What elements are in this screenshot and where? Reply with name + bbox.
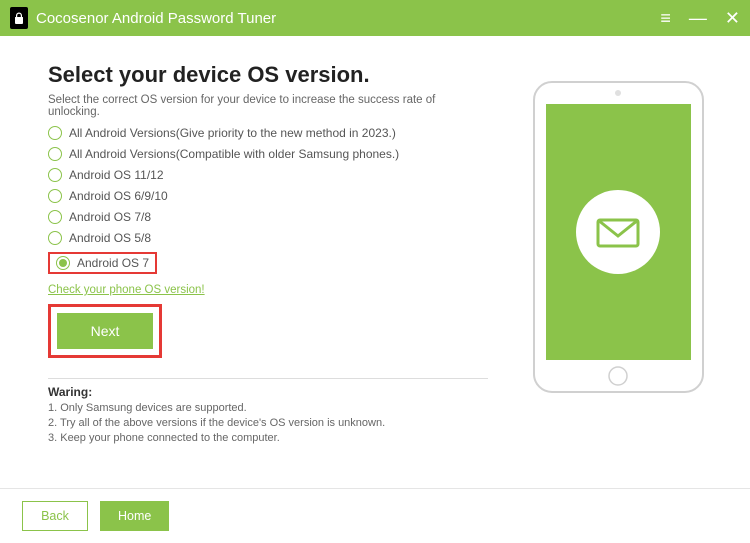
option-label: Android OS 6/9/10: [69, 189, 168, 203]
radio-icon: [48, 210, 62, 224]
radio-icon: [48, 168, 62, 182]
warning-item: 3. Keep your phone connected to the comp…: [48, 432, 488, 444]
radio-icon: [48, 189, 62, 203]
warning-list: 1. Only Samsung devices are supported. 2.…: [48, 402, 488, 444]
os-option[interactable]: Android OS 7/8: [48, 210, 488, 224]
warning-item: 2. Try all of the above versions if the …: [48, 417, 488, 429]
radio-icon: [48, 231, 62, 245]
window-controls: ≡ — ✕: [660, 9, 740, 27]
minimize-icon[interactable]: —: [689, 9, 707, 27]
divider: [48, 378, 488, 379]
back-button[interactable]: Back: [22, 501, 88, 531]
title-bar: Cocosenor Android Password Tuner ≡ — ✕: [0, 0, 750, 36]
option-label: Android OS 7: [77, 256, 149, 270]
next-button[interactable]: Next: [57, 313, 153, 349]
check-version-link[interactable]: Check your phone OS version!: [48, 284, 205, 296]
next-highlight-box: Next: [48, 304, 162, 358]
radio-icon: [48, 126, 62, 140]
option-label: Android OS 11/12: [69, 168, 164, 182]
form-column: Select your device OS version. Select th…: [22, 54, 488, 447]
os-option[interactable]: Android OS 6/9/10: [48, 189, 488, 203]
os-options-list: All Android Versions(Give priority to th…: [48, 126, 488, 280]
os-option[interactable]: Android OS 7: [48, 252, 488, 280]
warning-item: 1. Only Samsung devices are supported.: [48, 402, 488, 414]
option-label: All Android Versions(Compatible with old…: [69, 147, 399, 161]
phone-illustration: [508, 54, 728, 447]
phone-icon: [526, 74, 711, 404]
os-option[interactable]: All Android Versions(Compatible with old…: [48, 147, 488, 161]
title-bar-left: Cocosenor Android Password Tuner: [10, 7, 660, 29]
page-title: Select your device OS version.: [48, 62, 488, 88]
os-option[interactable]: All Android Versions(Give priority to th…: [48, 126, 488, 140]
app-lock-icon: [10, 7, 28, 29]
close-icon[interactable]: ✕: [725, 9, 740, 27]
page-subtitle: Select the correct OS version for your d…: [48, 94, 488, 118]
home-button[interactable]: Home: [100, 501, 169, 531]
footer-bar: Back Home: [0, 488, 750, 543]
radio-icon: [56, 256, 70, 270]
warning-title: Waring:: [48, 385, 488, 399]
radio-icon: [48, 147, 62, 161]
option-label: Android OS 5/8: [69, 231, 151, 245]
option-label: All Android Versions(Give priority to th…: [69, 126, 396, 140]
menu-icon[interactable]: ≡: [660, 9, 671, 27]
main-content: Select your device OS version. Select th…: [0, 36, 750, 496]
os-option[interactable]: Android OS 5/8: [48, 231, 488, 245]
os-option[interactable]: Android OS 11/12: [48, 168, 488, 182]
option-label: Android OS 7/8: [69, 210, 151, 224]
app-title: Cocosenor Android Password Tuner: [36, 10, 276, 27]
